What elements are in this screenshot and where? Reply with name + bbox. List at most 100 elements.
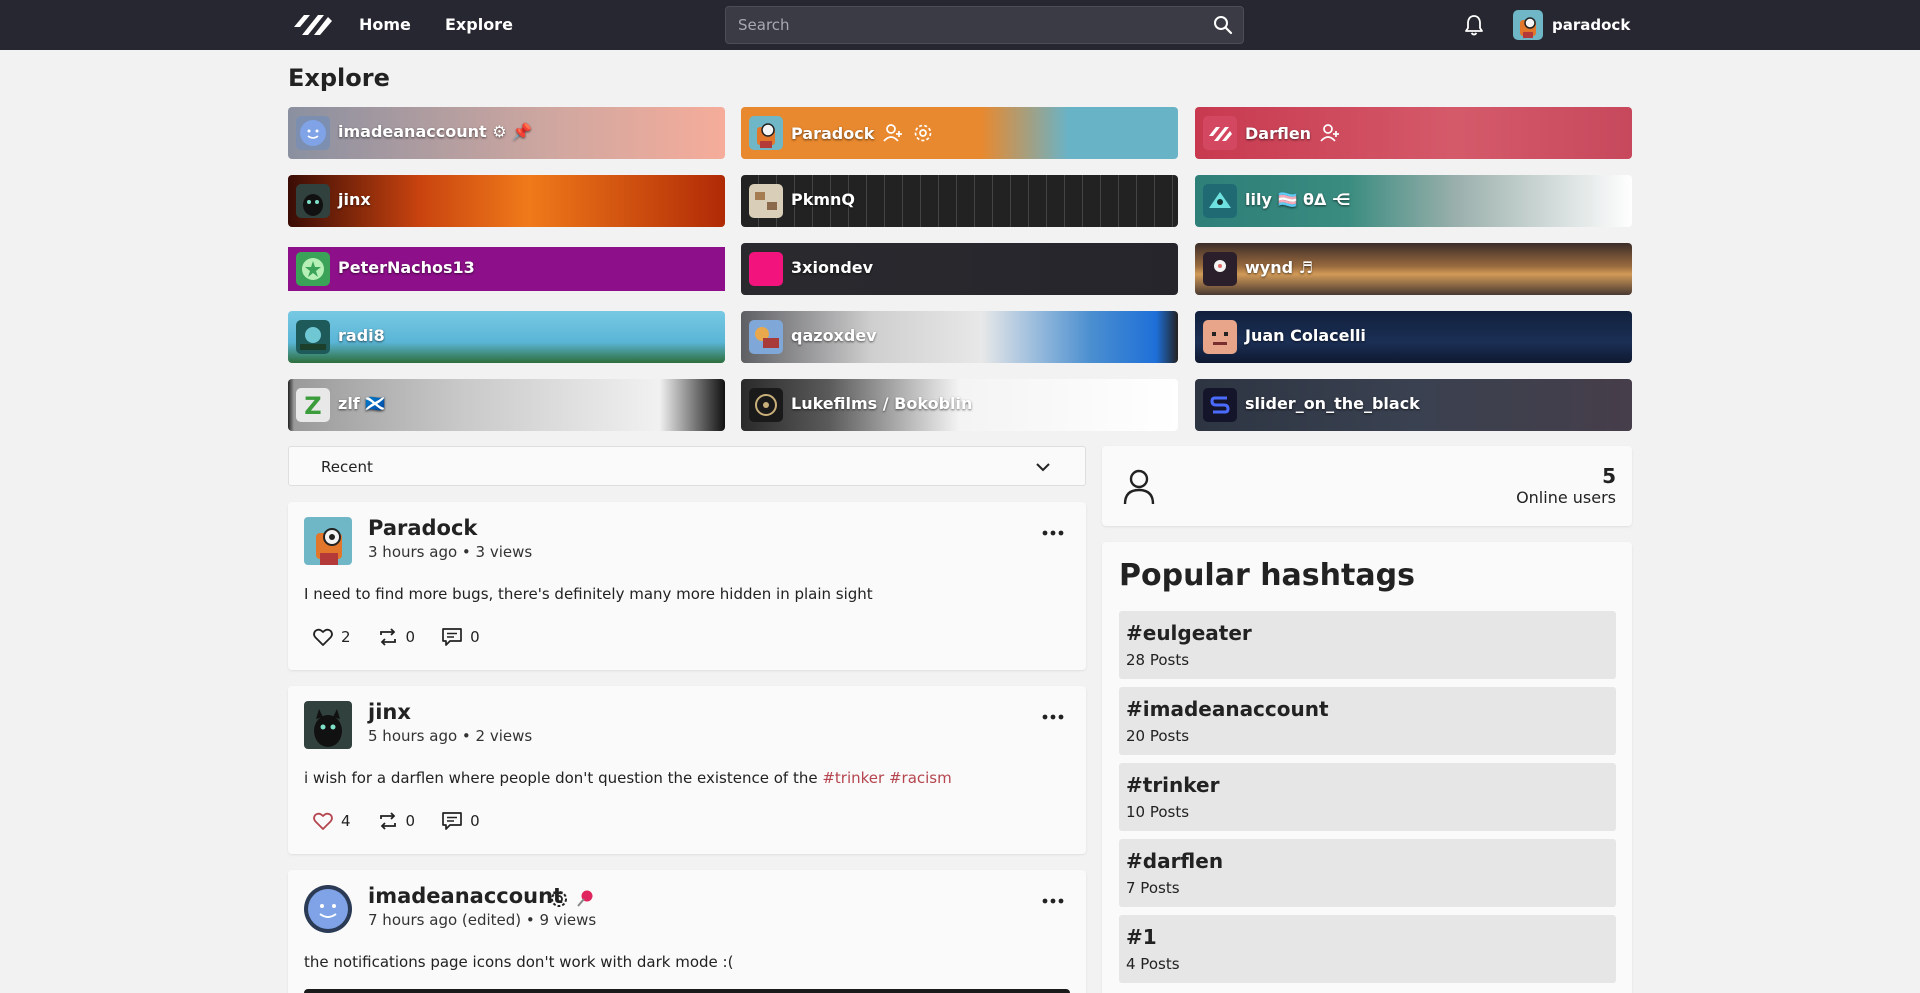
- like-count: 2: [341, 628, 351, 646]
- user-banner-wynd[interactable]: wynd ♬: [1195, 243, 1632, 295]
- user-banner-name: zlf 🏴󠁧󠁢󠁳󠁣󠁴󠁿: [338, 394, 386, 413]
- popular-hashtags-widget: Popular hashtags #eulgeater 28 Posts #im…: [1102, 542, 1632, 993]
- post-body: the notifications page icons don't work …: [304, 953, 734, 971]
- darflen-logo-icon[interactable]: [292, 11, 334, 39]
- like-count: 4: [341, 812, 351, 830]
- user-banner-darflen[interactable]: Darflen: [1195, 107, 1632, 159]
- chevron-down-icon: [1036, 463, 1050, 472]
- hashtag-item[interactable]: #1 4 Posts: [1119, 915, 1616, 983]
- notifications-bell-icon[interactable]: [1463, 13, 1485, 37]
- user-avatar: Z: [296, 388, 330, 422]
- post-card: jinx 5 hours ago • 2 views i wish for a …: [288, 686, 1086, 854]
- user-banner-zlf[interactable]: Z zlf 🏴󠁧󠁢󠁳󠁣󠁴󠁿: [288, 379, 725, 431]
- user-avatar: [296, 184, 330, 218]
- post-author-name[interactable]: Paradock: [368, 516, 477, 540]
- post-body-text: i wish for a darflen where people don't …: [304, 769, 818, 787]
- nav-home-link[interactable]: Home: [359, 15, 411, 34]
- user-avatar: [1203, 184, 1237, 218]
- hashtag-name: #imadeanaccount: [1126, 697, 1329, 721]
- post-author-avatar[interactable]: [304, 701, 352, 749]
- user-avatar: [1203, 320, 1237, 354]
- post-image[interactable]: [304, 989, 1070, 993]
- user-banner-name: Paradock: [791, 123, 875, 143]
- more-options-icon[interactable]: [1042, 530, 1064, 536]
- search-icon[interactable]: [1213, 15, 1233, 35]
- post-card: imadeanaccount 7 hours ago (edited) • 9 …: [288, 870, 1086, 993]
- pin-icon: [577, 890, 593, 907]
- user-banner-pkmnq[interactable]: PkmnQ: [741, 175, 1178, 227]
- user-avatar: [749, 320, 783, 354]
- repost-count: 0: [405, 628, 416, 646]
- user-banner-radi8[interactable]: radi8: [288, 311, 725, 363]
- search-box: [725, 6, 1244, 44]
- comment-button[interactable]: 0: [441, 626, 480, 648]
- user-avatar: [1203, 252, 1237, 286]
- more-options-icon[interactable]: [1042, 898, 1064, 904]
- follow-user-icon[interactable]: [882, 122, 904, 144]
- hashtag-post-count: 4 Posts: [1126, 955, 1180, 973]
- user-banner-name: wynd ♬: [1245, 258, 1313, 277]
- hashtag-link[interactable]: #racism: [889, 769, 952, 787]
- post-author-name[interactable]: jinx: [368, 700, 411, 724]
- hashtag-name: #darflen: [1126, 849, 1224, 873]
- hashtag-post-count: 10 Posts: [1126, 803, 1190, 821]
- user-avatar: [296, 116, 330, 150]
- user-banner-name: slider_on_the_black: [1245, 394, 1420, 413]
- user-avatar: [749, 116, 783, 150]
- user-banner-jinx[interactable]: jinx: [288, 175, 725, 227]
- hashtag-post-count: 28 Posts: [1126, 651, 1190, 669]
- sort-select[interactable]: Recent: [288, 446, 1086, 486]
- user-avatar: [749, 388, 783, 422]
- repost-button[interactable]: 0: [377, 810, 415, 832]
- hashtag-link[interactable]: #trinker: [822, 769, 884, 787]
- hashtag-item[interactable]: #eulgeater 28 Posts: [1119, 611, 1616, 679]
- settings-gear-icon[interactable]: [912, 122, 934, 144]
- comment-button[interactable]: 0: [441, 810, 480, 832]
- hashtag-name: #eulgeater: [1126, 621, 1252, 645]
- repost-button[interactable]: 0: [377, 626, 416, 648]
- user-banner-qazoxdev[interactable]: qazoxdev: [741, 311, 1178, 363]
- post-author-avatar[interactable]: [304, 517, 352, 565]
- hashtag-post-count: 7 Posts: [1126, 879, 1180, 897]
- post-meta: 5 hours ago • 2 views: [368, 727, 533, 745]
- user-avatar: [1513, 10, 1543, 40]
- heart-icon: [313, 812, 333, 830]
- hashtag-item[interactable]: #darflen 7 Posts: [1119, 839, 1616, 907]
- user-avatar: [1203, 388, 1237, 422]
- svg-text:Z: Z: [304, 392, 321, 420]
- post-card: Paradock 3 hours ago • 3 views I need to…: [288, 502, 1086, 670]
- user-menu[interactable]: paradock: [1513, 10, 1630, 40]
- popular-hashtags-title: Popular hashtags: [1119, 558, 1415, 593]
- user-banner-name: imadeanaccount ⚙ 📌: [338, 122, 533, 141]
- hashtag-item[interactable]: #trinker 10 Posts: [1119, 763, 1616, 831]
- user-banner-juan-colacelli[interactable]: Juan Colacelli: [1195, 311, 1632, 363]
- user-banner-name: qazoxdev: [791, 326, 877, 345]
- follow-user-icon[interactable]: [1319, 122, 1341, 144]
- like-button[interactable]: 4: [312, 810, 351, 832]
- user-banner-name: PeterNachos13: [338, 258, 475, 277]
- comment-count: 0: [470, 628, 480, 646]
- user-banner-lily[interactable]: lily 🏳️‍⚧️ θΔ ⋲: [1195, 175, 1632, 227]
- post-actions: 2 0 0: [312, 626, 480, 648]
- search-input[interactable]: [738, 7, 1198, 43]
- post-meta: 7 hours ago (edited) • 9 views: [368, 911, 597, 929]
- nav-explore-link[interactable]: Explore: [445, 15, 513, 34]
- user-banner-imadeanaccount[interactable]: imadeanaccount ⚙ 📌: [288, 107, 725, 159]
- repost-icon: [379, 812, 396, 830]
- user-avatar: [749, 252, 783, 286]
- user-menu-name: paradock: [1552, 16, 1631, 34]
- post-author-avatar[interactable]: [304, 885, 352, 933]
- hashtag-item[interactable]: #imadeanaccount 20 Posts: [1119, 687, 1616, 755]
- user-banner-slider-on-the-black[interactable]: slider_on_the_black: [1195, 379, 1632, 431]
- user-banner-name: jinx: [338, 190, 371, 209]
- more-options-icon[interactable]: [1042, 714, 1064, 720]
- page-title: Explore: [288, 64, 390, 92]
- user-banner-lukefilms[interactable]: Lukefilms / Bokoblin: [741, 379, 1178, 431]
- user-banner-paradock[interactable]: Paradock: [741, 107, 1178, 159]
- post-body: i wish for a darflen where people don't …: [304, 769, 952, 787]
- user-banner-peternachos13[interactable]: PeterNachos13: [288, 243, 725, 295]
- post-author-name[interactable]: imadeanaccount: [368, 884, 563, 908]
- user-banner-3xiondev[interactable]: 3xiondev: [741, 243, 1178, 295]
- comment-icon: [442, 628, 462, 646]
- like-button[interactable]: 2: [312, 626, 351, 648]
